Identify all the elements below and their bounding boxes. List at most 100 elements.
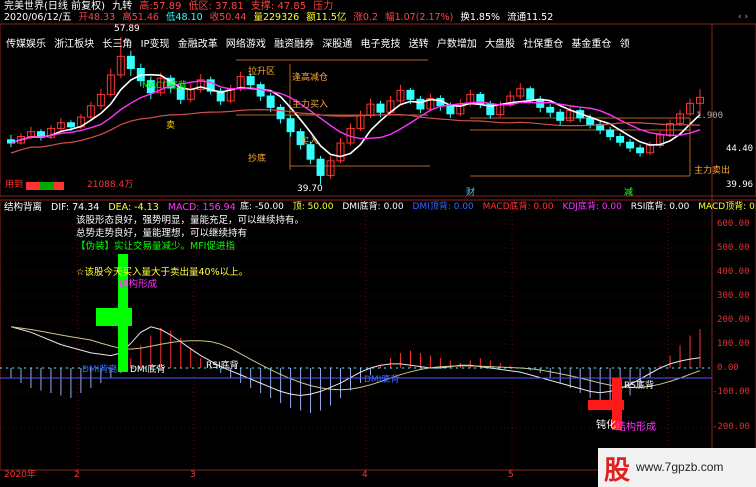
date-label: 2020/06/12/五 bbox=[4, 12, 72, 23]
candle-body bbox=[286, 118, 295, 133]
rsi-bottom-value: RSI底背: 0.00 bbox=[630, 202, 690, 212]
axis-upper-label: 1.900 bbox=[696, 111, 724, 121]
quote-bar: 2020/06/12/五 开48.33 高51.46 低48.10 收50.44… bbox=[4, 13, 557, 23]
float-label: 流通11.52 bbox=[507, 12, 554, 23]
indicator-header-2: 底: -50.00 顶: 50.00 DMI底背: 0.00 DMI顶背: 0.… bbox=[240, 203, 756, 212]
ind-axis-200: 200.00 bbox=[717, 315, 750, 325]
date-axis-label: 5 bbox=[508, 470, 514, 480]
dmi-value: DMI底背: 0.00 bbox=[342, 202, 404, 212]
candle-body bbox=[636, 147, 645, 154]
sector-tag[interactable]: 领 bbox=[620, 39, 630, 50]
date-axis-label: 2020年 bbox=[4, 470, 36, 480]
candle-body bbox=[556, 111, 565, 121]
sell-point-note: 卖 bbox=[166, 121, 176, 131]
dif-line bbox=[10, 326, 701, 397]
dif-value: DIF: 74.34 bbox=[51, 202, 100, 213]
dmi-bottom-label-2: DMI底背 bbox=[364, 375, 400, 385]
support-label: 支撑: 47.85 bbox=[250, 1, 307, 12]
volume-strip bbox=[26, 182, 40, 190]
title-bar: 完美世界(日线 前复权) 九转 高:57.89 低区: 37.81 支撑: 47… bbox=[4, 2, 337, 12]
dmi2-value: DMI顶背: 0.00 bbox=[412, 202, 474, 212]
volume-strip bbox=[40, 182, 54, 190]
volume-strip bbox=[54, 182, 64, 190]
candle-body bbox=[376, 103, 385, 113]
sector-tag[interactable]: 社保重仓 bbox=[523, 39, 563, 50]
sector-tag[interactable]: 深股通 bbox=[322, 39, 352, 50]
candle-body bbox=[446, 105, 455, 115]
pct-label: 幅1.07(2.17%) bbox=[385, 12, 454, 23]
struct-form-label-2: 结构形成 bbox=[616, 422, 656, 433]
candle-body bbox=[586, 117, 595, 125]
rsi-divergence-label: RSI底背 bbox=[206, 361, 239, 371]
candle-body bbox=[316, 158, 325, 176]
volume-label: 量229326 bbox=[253, 12, 300, 23]
nav-arrows-icon[interactable]: ‹ › bbox=[738, 13, 748, 22]
stock-title[interactable]: 完美世界(日线 前复权) bbox=[4, 1, 105, 12]
sector-tags: 传媒娱乐 浙江板块 长三角 IP变现 金融改革 网络游戏 融资融券 深股通 电子… bbox=[6, 35, 635, 50]
jian-marker: 减 bbox=[624, 188, 634, 198]
struct-form-label: 结构形成 bbox=[119, 279, 158, 290]
sector-tag[interactable]: 浙江板块 bbox=[54, 39, 94, 50]
rsi-top-label: RS底背 bbox=[624, 381, 654, 391]
ding-value: 顶: 50.00 bbox=[292, 202, 334, 212]
site-watermark: 股 www.7gpzb.com bbox=[598, 448, 756, 487]
breakout-note: 拉升区 bbox=[248, 67, 276, 77]
sector-tag[interactable]: 大盘股 bbox=[485, 39, 515, 50]
indicator-title[interactable]: 结构背离 bbox=[4, 202, 42, 213]
low-label: 低区: 37.81 bbox=[188, 1, 244, 12]
date-axis-label: 2 bbox=[74, 470, 80, 480]
vol-label: 用到 bbox=[5, 180, 24, 190]
sector-tag[interactable]: 户数增加 bbox=[437, 39, 477, 50]
ind-axis-neg100: -100.00 bbox=[712, 387, 750, 397]
candle-body bbox=[416, 98, 425, 110]
vol-value: 21088.4万 bbox=[87, 180, 134, 190]
macd-bottom-value: MACD底背: 0.00 bbox=[482, 202, 554, 212]
sector-tag[interactable]: 基金重仓 bbox=[571, 39, 611, 50]
axis-bottom-label: 39.96 bbox=[726, 180, 754, 190]
dmi-divergence-label: DMI底背 bbox=[130, 365, 166, 375]
watermark-url: www.7gpzb.com bbox=[636, 460, 724, 474]
ind-axis-400: 400.00 bbox=[717, 267, 750, 277]
dea-value: DEA: -4.13 bbox=[108, 202, 159, 213]
date-axis-label: 3 bbox=[190, 470, 196, 480]
commentary-2: 总势走势良好，量能理想，可以继续持有 bbox=[76, 228, 248, 239]
main-force-sell-note: 主力卖出 bbox=[694, 166, 731, 176]
ind-axis-600: 600.00 bbox=[717, 219, 750, 229]
sector-tag[interactable]: IP变现 bbox=[141, 39, 170, 50]
dea-line bbox=[10, 326, 701, 391]
sector-tag[interactable]: 传媒娱乐 bbox=[6, 39, 46, 50]
commentary-3: 【伪装】实让交易量减少。MFI促进指 bbox=[76, 241, 235, 252]
candle-body bbox=[606, 129, 615, 138]
trend-turn-note: 逢高减仓 bbox=[292, 73, 329, 83]
turnover-label: 换1.85% bbox=[460, 12, 501, 23]
indicator-header: 结构背离 DIF: 74.34 DEA: -4.13 MACD: 156.94 bbox=[4, 203, 242, 213]
candle-body bbox=[66, 122, 75, 128]
kdj-bottom-value: KDJ底背: 0.00 bbox=[562, 202, 622, 212]
watermark-logo-icon: 股 bbox=[604, 456, 631, 486]
resist-label: 压力 bbox=[313, 1, 334, 12]
sector-tag[interactable]: 金融改革 bbox=[178, 39, 218, 50]
commentary-1: 该股形态良好，强势明显，量能充足，可以继续持有。 bbox=[76, 215, 305, 226]
candle-body bbox=[546, 106, 555, 113]
sector-tag[interactable]: 融资融券 bbox=[274, 39, 314, 50]
candle-body bbox=[126, 55, 135, 69]
commentary-4: ☆该股今天买入量大于卖出量40%以上。 bbox=[76, 267, 249, 278]
amount-label: 额11.5亿 bbox=[306, 12, 347, 23]
sector-tag[interactable]: 电子竞技 bbox=[360, 39, 400, 50]
sector-tag[interactable]: 网络游戏 bbox=[226, 39, 266, 50]
ind-axis-500: 500.00 bbox=[717, 243, 750, 253]
indicator-name[interactable]: 九转 bbox=[112, 1, 132, 12]
sector-tag[interactable]: 送转 bbox=[409, 39, 429, 50]
macd-divergence-note: MACD底背 bbox=[142, 81, 187, 91]
ind-axis-0: 0.00 bbox=[717, 363, 739, 373]
high-label: 高:57.89 bbox=[139, 1, 182, 12]
close-label: 收50.44 bbox=[209, 12, 247, 23]
candle-body bbox=[276, 106, 285, 120]
structure-block bbox=[96, 308, 132, 326]
sector-tag[interactable]: 长三角 bbox=[102, 39, 132, 50]
change-label: 涨0.2 bbox=[353, 12, 379, 23]
structure-block-red bbox=[588, 400, 624, 410]
axis-top-label: 44.40 bbox=[726, 144, 754, 154]
low2-label: 低48.10 bbox=[165, 12, 203, 23]
candle-body bbox=[616, 136, 625, 143]
